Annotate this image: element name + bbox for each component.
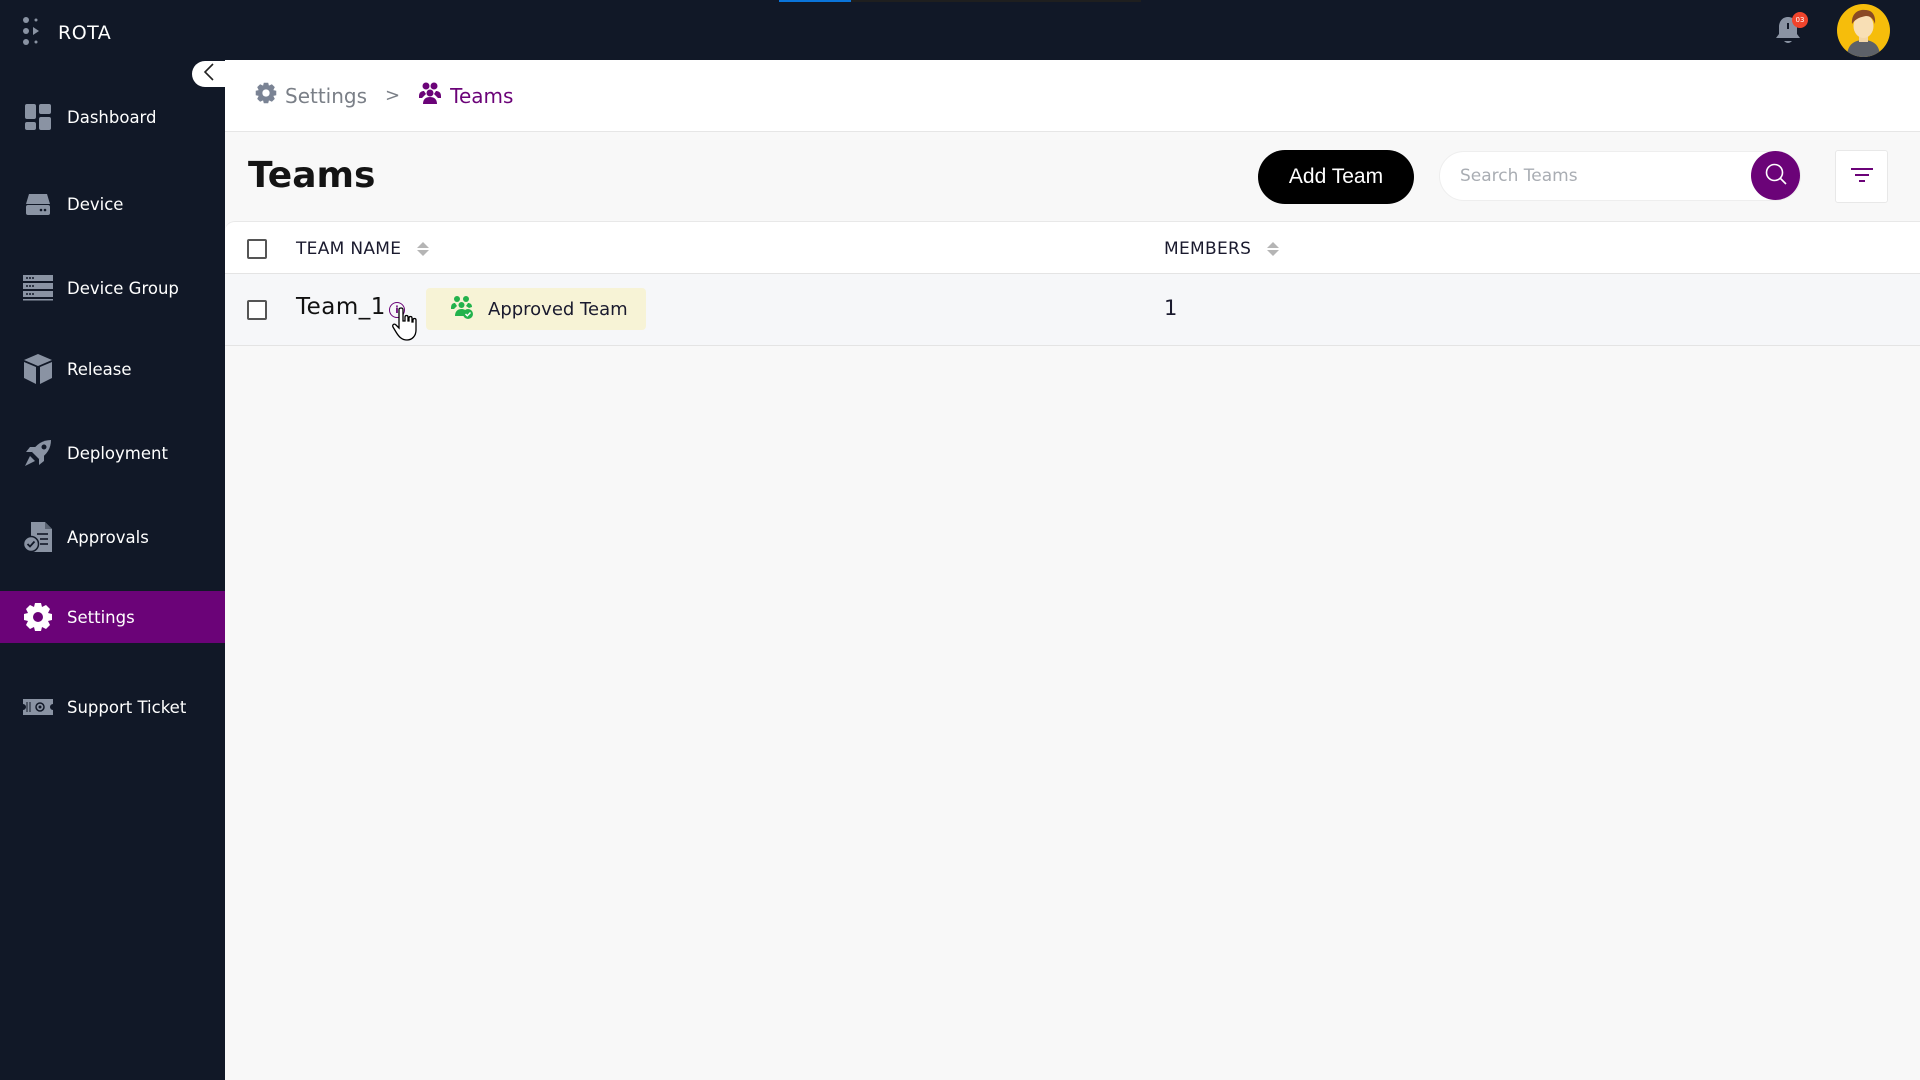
loading-progress-fill: [779, 0, 852, 2]
breadcrumb-label: Settings: [285, 83, 368, 108]
rocket-icon: [22, 437, 54, 469]
sidebar-item-label: Release: [67, 359, 132, 379]
sidebar-item-label: Device: [67, 194, 124, 214]
brand[interactable]: ROTA: [22, 16, 111, 50]
gear-icon: [255, 82, 277, 109]
filter-button[interactable]: [1835, 150, 1888, 203]
sidebar-item-dashboard[interactable]: Dashboard: [0, 91, 225, 143]
search-input[interactable]: [1460, 152, 1720, 200]
dots-logo-icon: [22, 16, 42, 50]
ticket-gear-icon: [22, 691, 54, 723]
hard-drive-icon: [22, 188, 54, 220]
server-rack-icon: [22, 272, 54, 304]
sidebar-item-deployment[interactable]: Deployment: [0, 427, 225, 479]
row-checkbox[interactable]: [247, 300, 267, 320]
sidebar-item-release[interactable]: Release: [0, 343, 225, 395]
sidebar-item-label: Device Group: [67, 278, 179, 298]
sidebar-item-label: Deployment: [67, 443, 168, 463]
table-header: TEAM NAME MEMBERS: [225, 221, 1920, 274]
badge-label: Approved Team: [488, 298, 628, 320]
breadcrumb-settings[interactable]: Settings: [255, 82, 367, 109]
breadcrumb: Settings > Teams: [225, 60, 1920, 132]
chevron-left-icon: [203, 63, 215, 85]
sidebar-item-device[interactable]: Device: [0, 178, 225, 230]
loading-progress-bar: [779, 0, 1141, 2]
sidebar-item-label: Dashboard: [67, 107, 157, 127]
users-icon: [418, 82, 442, 109]
column-header-members[interactable]: MEMBERS: [1164, 239, 1280, 259]
collapse-sidebar-button[interactable]: [192, 61, 226, 87]
search-button[interactable]: [1751, 151, 1800, 200]
sort-icon[interactable]: [1267, 242, 1280, 256]
breadcrumb-label: Teams: [450, 83, 514, 108]
dashboard-icon: [22, 101, 54, 133]
column-label: TEAM NAME: [296, 239, 402, 259]
search-icon: [1764, 162, 1788, 190]
breadcrumb-teams[interactable]: Teams: [418, 82, 513, 109]
teams-table: TEAM NAME MEMBERS Team_1 i Approved Team…: [225, 221, 1920, 346]
sidebar-item-settings[interactable]: Settings: [0, 591, 225, 643]
column-header-team-name[interactable]: TEAM NAME: [296, 239, 430, 259]
column-label: MEMBERS: [1164, 239, 1252, 259]
table-row[interactable]: Team_1 i Approved Team 1: [225, 274, 1920, 346]
page-title: Teams: [248, 155, 376, 196]
notification-badge: 03: [1792, 12, 1808, 28]
add-team-button[interactable]: Add Team: [1258, 150, 1414, 204]
box-icon: [22, 353, 54, 385]
app-name: ROTA: [58, 22, 112, 44]
sidebar-item-label: Settings: [67, 607, 135, 627]
user-avatar[interactable]: [1837, 4, 1890, 57]
users-check-icon: [450, 295, 474, 324]
sidebar-item-label: Support Ticket: [67, 697, 187, 717]
document-check-icon: [22, 521, 54, 553]
gear-icon: [22, 601, 54, 633]
breadcrumb-separator: >: [385, 85, 401, 106]
sidebar-item-approvals[interactable]: Approvals: [0, 511, 225, 563]
members-count: 1: [1164, 296, 1178, 320]
filter-icon: [1850, 167, 1873, 187]
sidebar-item-support-ticket[interactable]: Support Ticket: [0, 681, 225, 733]
top-bar: ROTA: [0, 0, 1920, 60]
sidebar-item-label: Approvals: [67, 527, 149, 547]
team-name[interactable]: Team_1: [296, 294, 386, 320]
info-icon[interactable]: i: [389, 302, 405, 318]
search-box: [1439, 151, 1801, 201]
select-all-checkbox[interactable]: [247, 239, 267, 259]
sidebar-item-device-group[interactable]: Device Group: [0, 262, 225, 314]
approved-team-badge: Approved Team: [426, 288, 646, 330]
sort-icon[interactable]: [417, 242, 430, 256]
